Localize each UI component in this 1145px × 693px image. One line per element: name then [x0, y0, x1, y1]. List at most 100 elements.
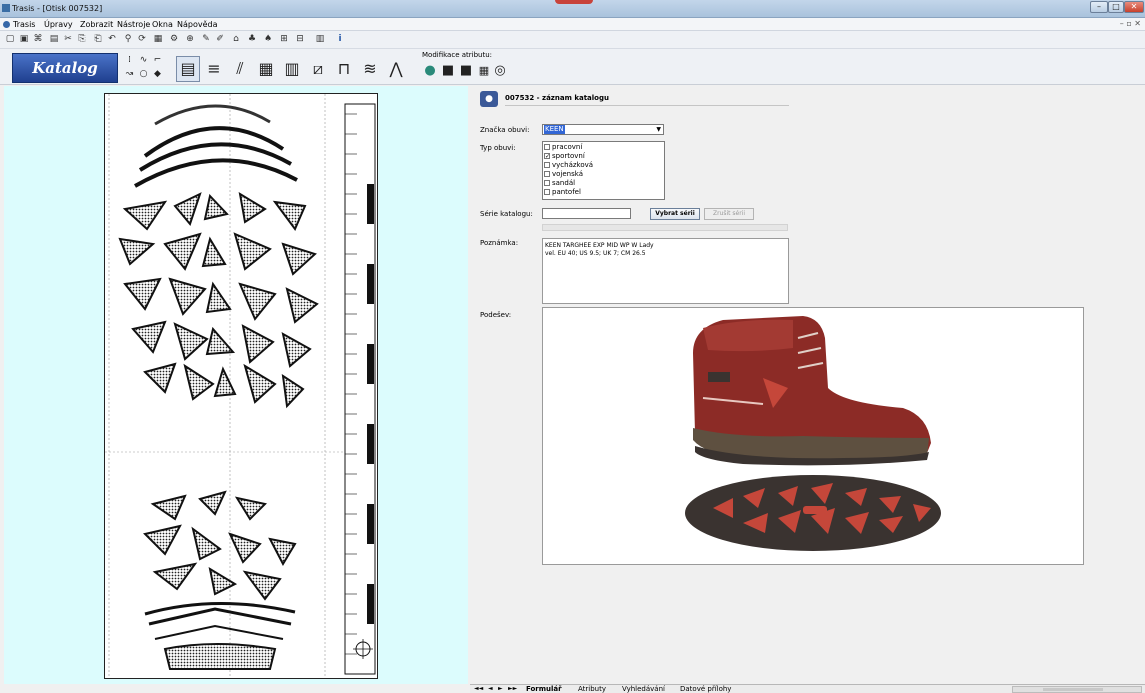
info-icon[interactable]: i [334, 34, 346, 45]
menu-okna[interactable]: Okna [152, 20, 173, 29]
settings-icon[interactable]: ⚙ [168, 34, 180, 45]
pattern-diagonal-lines[interactable]: ⫽ [228, 56, 252, 82]
type-checkbox-vojenska[interactable]: vojenská [544, 170, 664, 179]
record-form: ● 007532 - záznam katalogu Značka obuvi:… [470, 86, 1145, 684]
undo-icon[interactable]: ↶ [106, 34, 118, 45]
menu-nastroje[interactable]: Nástroje [117, 20, 150, 29]
copy-icon[interactable]: ⎘ [76, 34, 88, 45]
grid-icon[interactable]: ▦ [152, 34, 164, 45]
pattern-waves[interactable]: ≋ [358, 56, 382, 82]
note-textarea[interactable]: KEEN TARGHEE EXP MID WP W Lady vel. EU 4… [542, 238, 789, 304]
record-title: 007532 - záznam katalogu [505, 94, 789, 106]
tab-formular[interactable]: Formulář [526, 685, 562, 693]
refresh-icon[interactable]: ⟳ [136, 34, 148, 45]
katalog-button[interactable]: Katalog [12, 53, 118, 83]
window-title: Trasis - [Otisk 007532] [12, 4, 103, 13]
tag-icon[interactable]: ⌂ [230, 34, 242, 45]
modifier-square-alt-icon[interactable]: ■ [458, 63, 474, 79]
minimize-button[interactable]: – [1090, 1, 1108, 13]
series-list [542, 224, 788, 231]
maximize-button[interactable]: □ [1108, 1, 1124, 13]
tab-datove-prilohy[interactable]: Datové přílohy [680, 685, 731, 693]
paste-icon[interactable]: ⎗ [92, 34, 104, 45]
nav-prev-button[interactable]: ◄ [488, 685, 493, 693]
tool-icon[interactable]: ⁞ [124, 55, 135, 66]
note-label: Poznámka: [480, 239, 519, 247]
sole-label: Podešev: [480, 311, 512, 319]
checkbox-box[interactable] [544, 162, 550, 168]
print-pane [4, 86, 468, 684]
type-label-sandal: sandál [552, 179, 576, 187]
nav-next-button[interactable]: ► [498, 685, 503, 693]
app-icon [2, 4, 10, 12]
checkbox-box[interactable]: ✓ [544, 153, 550, 160]
checkbox-box[interactable] [544, 189, 550, 195]
menu-zobrazit[interactable]: Zobrazit [80, 20, 113, 29]
type-checkbox-pracovni[interactable]: pracovní [544, 143, 664, 152]
layout-icon[interactable]: ▥ [314, 34, 326, 45]
diamond-icon[interactable]: ◆ [152, 69, 163, 80]
scrollbar-thumb[interactable] [1043, 688, 1103, 691]
pen-icon[interactable]: ✐ [214, 34, 226, 45]
pattern-dots[interactable]: ▦ [254, 56, 278, 82]
tree-icon[interactable]: ♣ [246, 34, 258, 45]
circle-icon[interactable]: ○ [138, 69, 149, 80]
pattern-vertical-lines[interactable]: ▤ [176, 56, 200, 82]
corner-icon[interactable]: ⌐ [152, 55, 163, 66]
app-menu-icon[interactable] [3, 21, 10, 28]
type-checkbox-sandal[interactable]: sandál [544, 179, 664, 188]
shoe-type-list[interactable]: pracovní ✓ sportovní vycházková vojenská … [542, 141, 665, 200]
series-input[interactable] [542, 208, 631, 219]
pattern-cross[interactable]: ⧄ [306, 56, 330, 82]
find-icon[interactable]: ⚲ [122, 34, 134, 45]
zoom-out-icon[interactable]: ⊟ [294, 34, 306, 45]
type-checkbox-sportovni[interactable]: ✓ sportovní [544, 152, 664, 161]
cancel-series-button[interactable]: Zrušit sérii [704, 208, 754, 220]
pattern-blocks[interactable]: ⊓ [332, 56, 356, 82]
new-file-icon[interactable]: ▢ [4, 34, 16, 45]
tab-vyhledavani[interactable]: Vyhledávání [622, 685, 665, 693]
modifier-ring-icon[interactable]: ◎ [492, 63, 508, 79]
arrow-icon[interactable]: ↝ [124, 69, 135, 80]
mdi-window-controls[interactable]: – ▫ ✕ [1120, 19, 1141, 28]
title-bar: Trasis - [Otisk 007532] – □ ✕ [0, 0, 1145, 18]
type-label: Typ obuvi: [480, 144, 516, 152]
save-icon[interactable]: ⌘ [32, 34, 44, 45]
zoom-in-icon[interactable]: ⊞ [278, 34, 290, 45]
modifier-circle-icon[interactable]: ● [422, 63, 438, 79]
checkbox-box[interactable] [544, 180, 550, 186]
type-checkbox-vychazkova[interactable]: vycházková [544, 161, 664, 170]
open-folder-icon[interactable]: ▣ [18, 34, 30, 45]
pattern-zigzag[interactable]: ⋀ [384, 56, 408, 82]
select-series-button[interactable]: Vybrat sérii [650, 208, 700, 220]
tab-atributy[interactable]: Atributy [578, 685, 606, 693]
modifier-grid-icon[interactable]: ▦ [476, 63, 492, 79]
catalog-toolbar: Katalog ⁞ ∿ ⌐ ↝ ○ ◆ ▤ ≡ ⫽ ▦ ▥ ⧄ ⊓ ≋ ⋀ Mo… [0, 49, 1145, 85]
brand-value: KEEN [544, 125, 565, 134]
pattern-dashes[interactable]: ▥ [280, 56, 304, 82]
menu-bar: Trasis Úpravy Zobrazit Nástroje Okna Náp… [0, 18, 1145, 31]
menu-trasis[interactable]: Trasis [13, 20, 35, 29]
print-icon[interactable]: ▤ [48, 34, 60, 45]
zoom-icon[interactable]: ⊕ [184, 34, 196, 45]
menu-napoveda[interactable]: Nápověda [177, 20, 218, 29]
main-toolbar: ▢ ▣ ⌘ ▤ ✂ ⎘ ⎗ ↶ ⚲ ⟳ ▦ ⚙ ⊕ ✎ ✐ ⌂ ♣ ♠ ⊞ ⊟ … [0, 31, 1145, 49]
cut-icon[interactable]: ✂ [62, 34, 74, 45]
wave-icon[interactable]: ∿ [138, 55, 149, 66]
brush-icon[interactable]: ✎ [200, 34, 212, 45]
checkbox-box[interactable] [544, 144, 550, 150]
menu-upravy[interactable]: Úpravy [44, 20, 73, 29]
pattern-horizontal-lines[interactable]: ≡ [202, 56, 226, 82]
type-checkbox-pantofel[interactable]: pantofel [544, 188, 664, 197]
type-label-vojenska: vojenská [552, 170, 583, 178]
brand-select[interactable]: KEEN ▼ [542, 124, 664, 135]
dropdown-arrow-icon[interactable]: ▼ [656, 125, 661, 134]
nav-last-button[interactable]: ►► [508, 685, 517, 693]
close-button[interactable]: ✕ [1124, 1, 1144, 13]
bottom-tab-bar: ◄◄ ◄ ► ►► Formulář Atributy Vyhledávání … [470, 684, 1145, 693]
modifier-square-icon[interactable]: ■ [440, 63, 456, 79]
checkbox-box[interactable] [544, 171, 550, 177]
horizontal-scrollbar[interactable] [1012, 686, 1142, 693]
nav-first-button[interactable]: ◄◄ [474, 685, 483, 693]
tree-alt-icon[interactable]: ♠ [262, 34, 274, 45]
